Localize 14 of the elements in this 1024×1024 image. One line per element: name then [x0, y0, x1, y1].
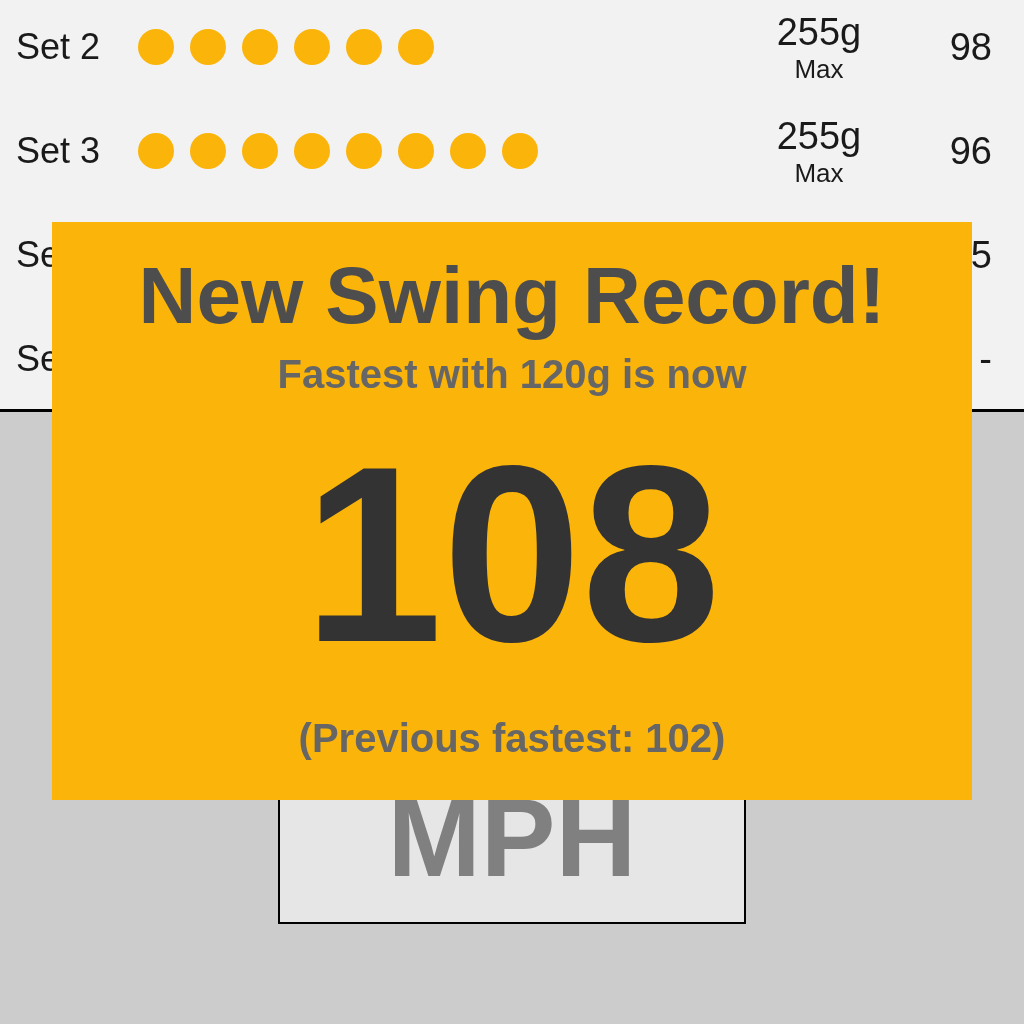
weight-value: 255g	[776, 10, 862, 54]
speed-value: -	[979, 336, 992, 382]
unit-label: MPH	[387, 782, 637, 894]
speed-value: 96	[949, 128, 992, 174]
speed-value: 98	[949, 24, 992, 70]
previous-record: (Previous fastest: 102)	[298, 718, 726, 758]
speed-value: 5	[970, 232, 992, 278]
set-label: Set 2	[16, 25, 102, 69]
record-subtitle: Fastest with 120g is now	[277, 354, 747, 394]
set-label: Set 3	[16, 129, 102, 173]
record-speed: 108	[303, 430, 721, 680]
weight-note: Max	[794, 158, 844, 188]
weight-value: 255g	[776, 114, 862, 158]
weight-note: Max	[794, 54, 844, 84]
